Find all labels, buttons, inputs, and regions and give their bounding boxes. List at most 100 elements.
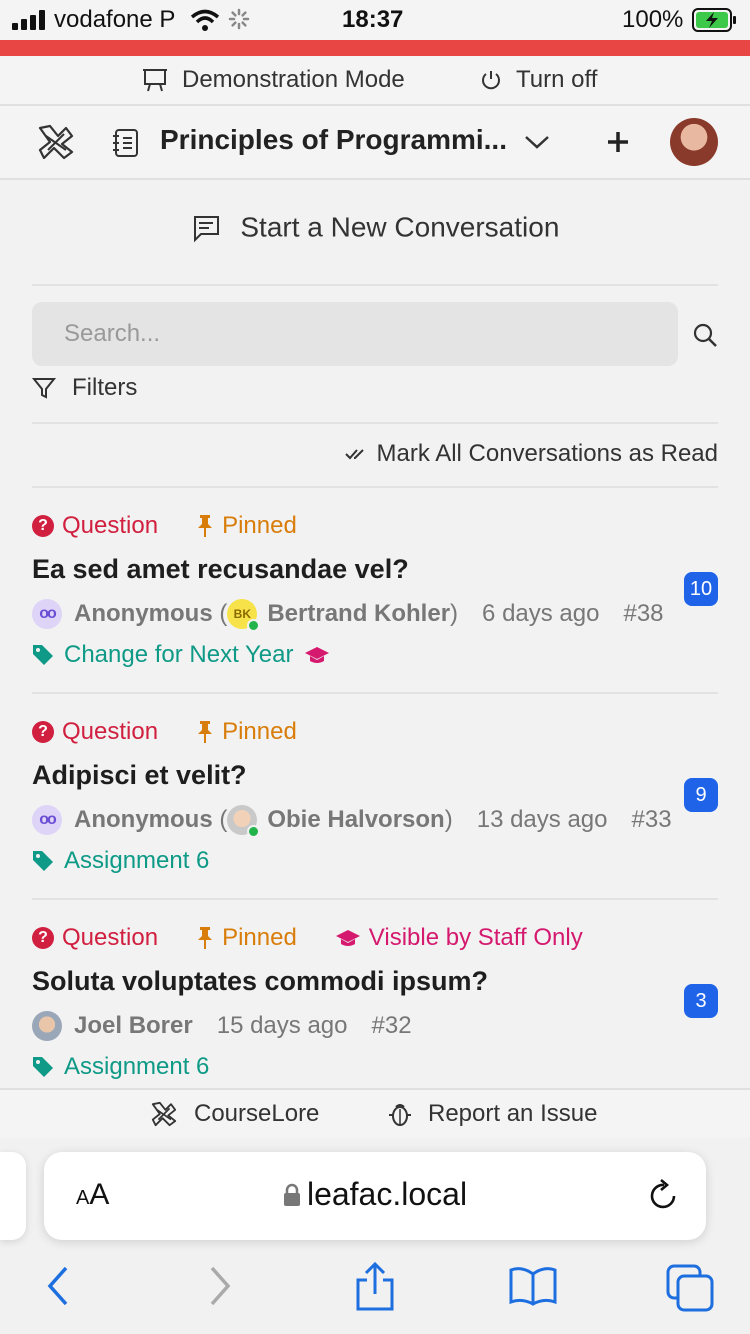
chevron-down-icon[interactable] xyxy=(524,134,550,150)
mortarboard-icon xyxy=(335,930,360,946)
author-name: Anonymous xyxy=(74,806,213,833)
pin-icon xyxy=(198,721,213,743)
conversation-item[interactable]: ? Question Pinned Ea sed amet recusandae … xyxy=(32,510,718,671)
wifi-icon xyxy=(190,9,220,31)
question-tag: ? Question xyxy=(32,924,158,952)
anonymous-avatar: oo xyxy=(32,599,62,629)
divider xyxy=(32,422,718,424)
courselore-link[interactable]: CourseLore xyxy=(150,1100,319,1128)
tag-label: Change for Next Year xyxy=(64,641,294,668)
tag-link[interactable]: Assignment 6 xyxy=(32,1051,718,1083)
real-name: Obie Halvorson xyxy=(267,806,445,833)
report-issue-link[interactable]: Report an Issue xyxy=(388,1100,597,1128)
browser-toolbar: AAAA leafac.local xyxy=(0,1138,750,1334)
battery-icon xyxy=(692,8,736,32)
demo-mode-label: Demonstration Mode xyxy=(182,66,405,93)
author-name: Joel Borer xyxy=(74,1012,193,1039)
courselore-logo-icon[interactable] xyxy=(36,122,76,162)
new-conversation-button[interactable]: Start a New Conversation xyxy=(0,210,750,244)
timestamp: 13 days ago xyxy=(476,806,608,833)
forward-icon[interactable] xyxy=(206,1266,234,1306)
conversation-number: #38 xyxy=(623,600,664,627)
report-issue-label: Report an Issue xyxy=(428,1100,598,1127)
tag-label: Assignment 6 xyxy=(64,1053,210,1080)
pin-icon xyxy=(198,927,213,949)
avatar: BK xyxy=(227,599,261,632)
conversation-item[interactable]: ? Question Pinned Adipisci et velit? oo A… xyxy=(32,716,718,877)
power-icon xyxy=(482,71,500,90)
real-name: Bertrand Kohler xyxy=(267,600,451,627)
turn-off-label: Turn off xyxy=(516,66,598,93)
staff-only-label: Visible by Staff Only xyxy=(368,924,583,951)
reload-icon[interactable] xyxy=(648,1178,680,1212)
course-title[interactable]: Principles of Programmi... xyxy=(160,124,507,156)
share-icon[interactable] xyxy=(354,1262,396,1312)
carrier-label: vodafone P xyxy=(54,6,176,33)
conversation-meta: oo Anonymous ( Obie Halvorson ) 13 days … xyxy=(32,803,718,838)
brand-label: CourseLore xyxy=(194,1100,320,1127)
conversation-title[interactable]: Ea sed amet recusandae vel? xyxy=(32,554,718,585)
signal-icon xyxy=(12,10,45,30)
url-text: leafac.local xyxy=(306,1176,468,1212)
conversation-item[interactable]: ? Question Pinned Visible by Staff Only S… xyxy=(32,922,718,1083)
conversation-meta: Joel Borer 15 days ago #32 xyxy=(32,1009,718,1043)
question-icon: ? xyxy=(32,721,54,743)
conversation-title[interactable]: Adipisci et velit? xyxy=(32,760,718,791)
avatar xyxy=(32,1011,62,1041)
mortarboard-icon xyxy=(304,647,329,663)
battery-percent: 100% xyxy=(622,6,684,33)
check-all-icon xyxy=(344,449,364,460)
tag-icon xyxy=(33,1057,53,1077)
chat-icon xyxy=(193,215,219,243)
mark-all-read-button[interactable]: Mark All Conversations as Read xyxy=(344,440,718,468)
presentation-icon xyxy=(143,69,167,92)
mark-all-read-label: Mark All Conversations as Read xyxy=(376,440,718,467)
courselore-logo-icon xyxy=(151,1101,177,1127)
user-avatar[interactable] xyxy=(670,118,718,166)
search-input[interactable] xyxy=(32,302,678,366)
pinned-tag: Pinned xyxy=(196,718,297,746)
pinned-tag: Pinned xyxy=(196,512,297,540)
tag-link[interactable]: Change for Next Year xyxy=(32,639,718,671)
divider xyxy=(32,692,718,694)
previous-tab-stub[interactable] xyxy=(0,1152,26,1240)
pinned-label: Pinned xyxy=(222,718,297,745)
question-tag: ? Question xyxy=(32,512,158,540)
divider xyxy=(32,898,718,900)
question-tag: ? Question xyxy=(32,718,158,746)
timestamp: 6 days ago xyxy=(482,600,600,627)
pin-icon xyxy=(198,515,213,537)
avatar xyxy=(227,805,261,838)
app-header: Principles of Programmi... xyxy=(0,106,750,180)
question-label: Question xyxy=(62,512,159,539)
turn-off-button[interactable]: Turn off xyxy=(480,66,597,94)
app-footer: CourseLore Report an Issue xyxy=(0,1088,750,1138)
avatar-initials: BK xyxy=(233,607,252,621)
tag-label: Assignment 6 xyxy=(64,847,210,874)
back-icon[interactable] xyxy=(44,1266,72,1306)
anonymous-avatar: oo xyxy=(32,805,62,835)
tag-link[interactable]: Assignment 6 xyxy=(32,845,718,877)
pinned-label: Pinned xyxy=(222,512,297,539)
clock: 18:37 xyxy=(342,6,404,33)
filters-button[interactable]: Filters xyxy=(32,374,137,402)
lock-icon xyxy=(283,1183,300,1206)
search-icon[interactable] xyxy=(692,322,718,348)
tag-icon xyxy=(33,851,53,871)
conversation-title[interactable]: Soluta voluptates commodi ipsum? xyxy=(32,966,718,997)
online-indicator xyxy=(247,825,261,838)
bug-icon xyxy=(389,1104,411,1126)
question-label: Question xyxy=(62,924,159,951)
online-indicator xyxy=(247,619,261,632)
unread-badge: 9 xyxy=(684,778,718,812)
tabs-icon[interactable] xyxy=(666,1264,714,1312)
bookmarks-icon[interactable] xyxy=(508,1266,558,1306)
unread-badge: 10 xyxy=(684,572,718,606)
plus-icon[interactable] xyxy=(606,130,630,154)
accent-bar xyxy=(0,40,750,56)
address-bar[interactable]: AAAA leafac.local xyxy=(44,1152,706,1240)
question-icon: ? xyxy=(32,927,54,949)
url-display[interactable]: leafac.local xyxy=(44,1176,706,1213)
demo-bar: Demonstration Mode Turn off xyxy=(0,56,750,106)
demonstration-mode-button[interactable]: Demonstration Mode xyxy=(142,66,405,94)
